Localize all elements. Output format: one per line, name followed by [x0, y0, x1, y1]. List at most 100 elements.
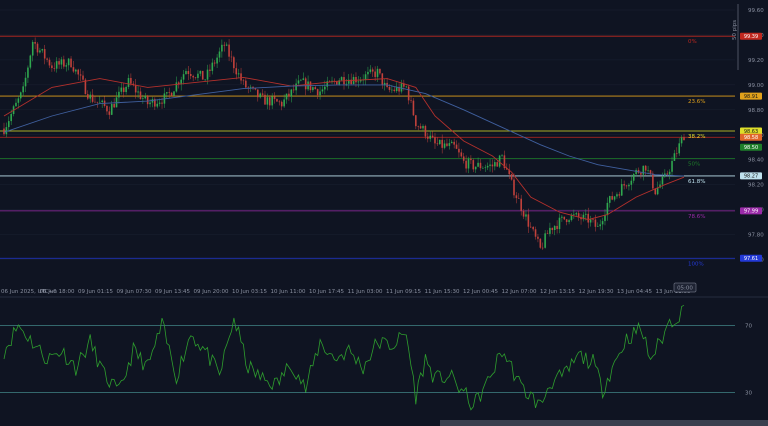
candle-body	[168, 92, 171, 93]
candle-body	[3, 128, 5, 135]
candle-body	[371, 69, 374, 72]
candle-body	[158, 102, 161, 104]
candle-body	[534, 229, 537, 237]
candle-body	[474, 166, 477, 170]
candle-body	[628, 184, 630, 187]
candle-body	[60, 59, 63, 65]
candle-body	[225, 44, 228, 46]
candle-body	[268, 97, 271, 106]
oscillator-band-label: 70	[745, 323, 752, 329]
candle-body	[94, 101, 96, 103]
candle-body	[237, 73, 240, 75]
candle-body	[242, 80, 245, 82]
candle-body	[17, 98, 20, 103]
candle-body	[142, 98, 144, 99]
candle-body	[187, 71, 190, 75]
candle-body	[316, 89, 319, 96]
candle-body	[46, 58, 48, 60]
candle-body	[652, 173, 654, 189]
time-tick-label: 06 Jun 18:00	[40, 289, 75, 295]
candle-body	[276, 99, 278, 102]
oscillator-band-label: 30	[745, 391, 752, 397]
candle-body	[288, 93, 290, 97]
time-tick-label: 09 Jun 07:30	[117, 289, 152, 295]
candle-body	[462, 156, 465, 161]
candle-body	[369, 69, 372, 72]
candle-body	[271, 96, 273, 106]
candle-body	[228, 44, 230, 57]
candle-body	[541, 247, 544, 249]
time-tick-label: 09 Jun 20:00	[194, 289, 229, 295]
candle-body	[635, 169, 637, 175]
candle-body	[22, 86, 24, 93]
candle-body	[7, 121, 10, 128]
candle-body	[233, 57, 235, 69]
candle-body	[532, 227, 534, 230]
candle-body	[113, 103, 115, 108]
candle-body	[673, 153, 676, 161]
chart-canvas[interactable]: 0%23.6%38.2%50%61.8%78.6%100% 99.6099.40…	[0, 0, 768, 426]
candle-body	[230, 56, 233, 58]
candle-body	[58, 61, 60, 65]
time-tick-label: 13 Jun 04:45	[617, 289, 652, 295]
candle-body	[89, 94, 91, 99]
candle-body	[575, 213, 578, 215]
candle-body	[661, 176, 664, 185]
candle-body	[434, 137, 436, 144]
candle-body	[520, 198, 522, 211]
horizontal-scrollbar[interactable]	[440, 420, 768, 426]
candle-body	[678, 143, 681, 154]
candle-body	[388, 86, 391, 90]
time-tick-label: 09 Jun 13:45	[155, 289, 190, 295]
candle-body	[379, 68, 381, 74]
candle-body	[259, 93, 261, 98]
candle-body	[625, 185, 628, 187]
price-tick-label: 97.80	[748, 233, 764, 239]
candle-body	[453, 141, 455, 145]
candle-body	[144, 95, 147, 99]
candle-body	[422, 125, 424, 129]
candle-body	[620, 184, 623, 196]
candle-body	[460, 152, 463, 157]
candle-body	[611, 196, 613, 200]
candle-body	[257, 89, 259, 98]
candle-body	[29, 55, 32, 68]
candle-body	[82, 75, 84, 80]
candle-body	[201, 70, 204, 80]
candle-body	[470, 158, 472, 161]
candle-body	[606, 202, 609, 216]
candle-body	[410, 100, 412, 101]
candle-body	[278, 101, 281, 103]
candle-body	[130, 78, 132, 84]
candle-body	[431, 135, 434, 138]
time-tick-label: 11 Jun 03:00	[348, 289, 383, 295]
candle-body	[24, 77, 27, 87]
crosshair-tag-label: 05:00	[677, 286, 693, 292]
candle-body	[407, 86, 410, 101]
candle-body	[79, 74, 82, 76]
candle-body	[149, 102, 151, 105]
scale-label: 50 pips	[732, 20, 738, 40]
candle-body	[515, 195, 518, 199]
candle-body	[412, 100, 415, 116]
time-tick-label: 12 Jun 07:00	[502, 289, 537, 295]
candle-body	[494, 162, 496, 167]
candle-body	[285, 93, 288, 100]
candle-body	[189, 74, 192, 76]
price-tick-label: 99.60	[748, 8, 764, 14]
candle-body	[173, 91, 175, 96]
candle-body	[522, 210, 525, 217]
candle-body	[19, 92, 22, 99]
candle-body	[127, 78, 130, 87]
candle-body	[211, 62, 214, 71]
time-tick-label: 09 Jun 01:15	[78, 289, 113, 295]
candle-body	[264, 94, 266, 105]
candle-body	[240, 73, 242, 81]
candle-body	[31, 41, 34, 56]
candle-body	[458, 148, 460, 153]
candle-body	[585, 213, 587, 215]
candle-body	[91, 94, 94, 102]
time-tick-label: 12 Jun 00:45	[463, 289, 498, 295]
candle-body	[513, 179, 515, 196]
fib-level-label: 38.2%	[688, 134, 705, 140]
